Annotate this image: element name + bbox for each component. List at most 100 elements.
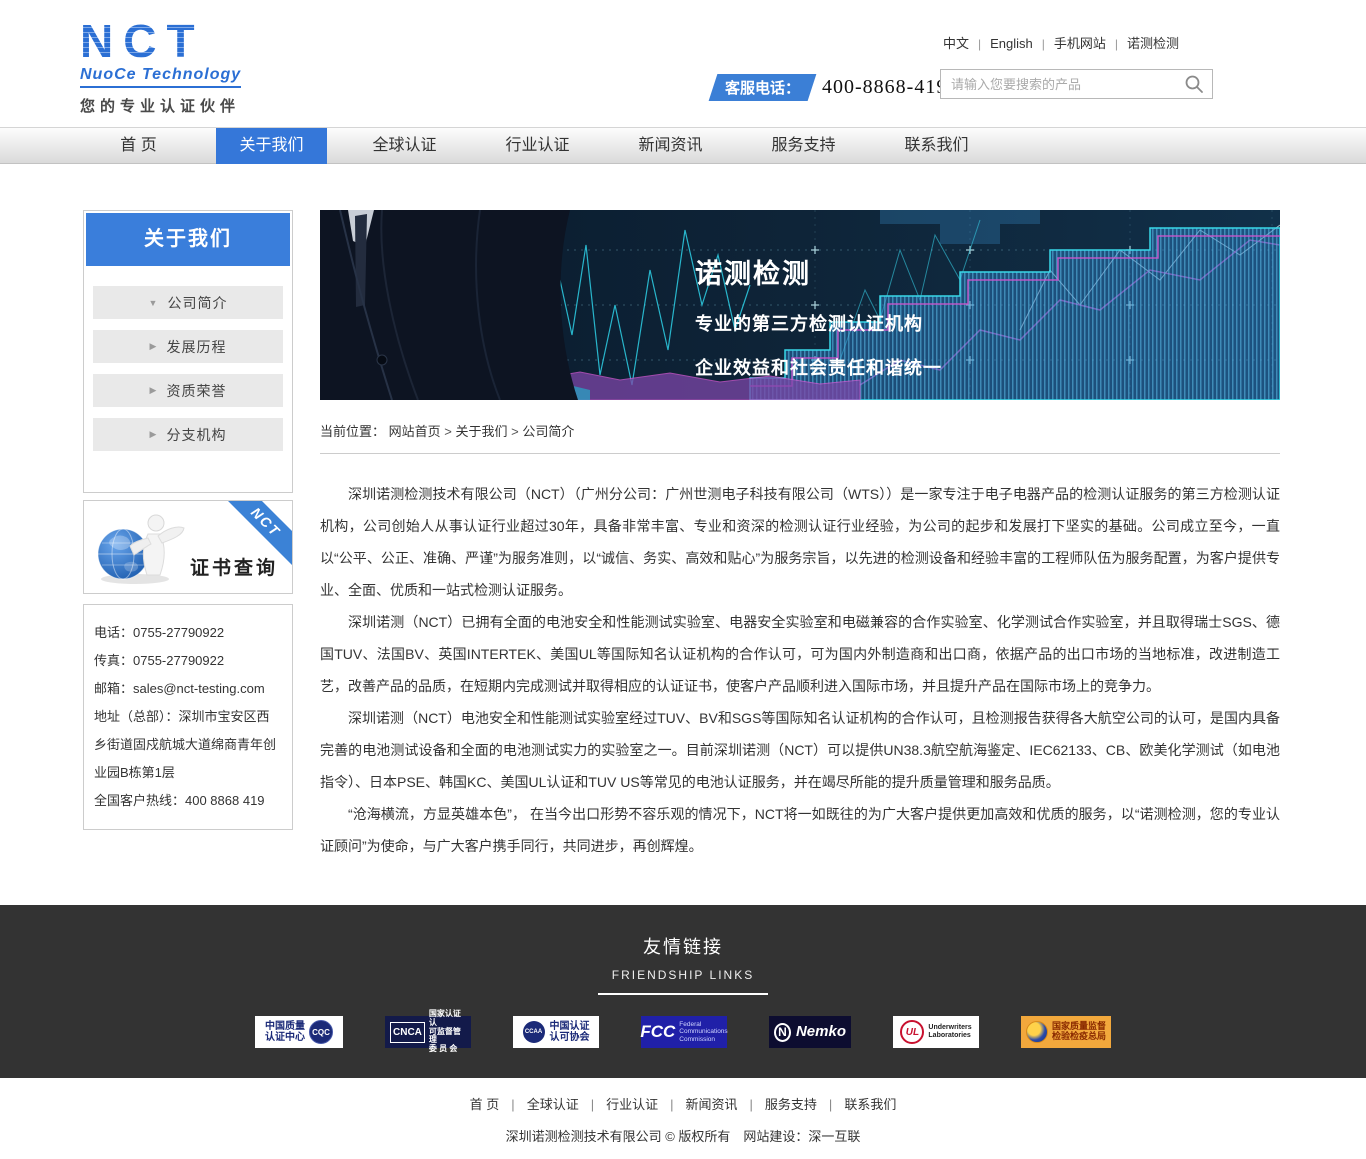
chevron-right-icon: ▶ <box>150 341 157 352</box>
partner-logo-aqsiq[interactable]: 国家质量监督检验检疫总局 <box>1021 1016 1111 1048</box>
service-phone-label: 客服电话： <box>725 77 800 98</box>
page-footer: 首 页|全球认证|行业认证|新闻资讯|服务支持|联系我们 深圳诺测检测技术有限公… <box>0 1078 1366 1159</box>
separator: | <box>1033 37 1054 51</box>
breadcrumb-prefix: 当前位置： <box>320 424 389 439</box>
nemko-logo-text: Nemko <box>796 1024 846 1041</box>
logo-text-line: 可监督管理 <box>429 1028 466 1046</box>
aqsiq-logo-text: 国家质量监督检验检疫总局 <box>1052 1022 1106 1042</box>
friendship-divider <box>598 993 768 995</box>
footer-link-1[interactable]: 全球认证 <box>527 1097 579 1112</box>
logo-text-line: 中国认证 <box>550 1021 590 1032</box>
chevron-right-icon: ▶ <box>150 385 157 396</box>
article-body: 深圳诺测检测技术有限公司（NCT）（广州分公司：广州世测电子科技有限公司（WTS… <box>320 454 1280 892</box>
sidebar-menu: ▼ 公司简介 ▶ 发展历程 ▶ 资质荣誉 ▶ 分支机构 <box>86 266 290 492</box>
page-header: NCT NuoCe Technology 您的专业认证伙伴 中文|English… <box>0 0 1366 127</box>
nav-item-5[interactable]: 服务支持 <box>748 128 859 164</box>
sidebar-item-0[interactable]: ▼ 公司简介 <box>93 286 283 319</box>
sidebar-item-label: 公司简介 <box>167 293 227 313</box>
cqc-logo-mark: CQC <box>309 1020 333 1044</box>
sidebar-item-label: 发展历程 <box>166 337 226 357</box>
about-menu-box: 关于我们 ▼ 公司简介 ▶ 发展历程 ▶ 资质荣誉 ▶ 分支机构 <box>83 210 293 493</box>
search-icon <box>1184 74 1204 94</box>
service-phone-number: 400-8868-419 <box>822 76 947 99</box>
main-nav-bar: 首 页关于我们全球认证行业认证新闻资讯服务支持联系我们 <box>0 127 1366 164</box>
sidebar-item-3[interactable]: ▶ 分支机构 <box>93 418 283 451</box>
footer-link-0[interactable]: 首 页 <box>470 1097 500 1112</box>
separator: | <box>817 1097 844 1112</box>
nav-item-2[interactable]: 全球认证 <box>349 128 460 164</box>
logo-text-line: Commission <box>679 1036 727 1043</box>
footer-link-5[interactable]: 联系我们 <box>844 1097 896 1112</box>
separator: | <box>1106 37 1127 51</box>
content-column: 诺测检测 专业的第三方检测认证机构 企业效益和社会责任和谐统一 当前位置： 网站… <box>320 210 1280 892</box>
partner-logo-ul[interactable]: ULUnderwritersLaboratories <box>893 1016 979 1048</box>
banner-subtitle-1: 专业的第三方检测认证机构 <box>695 310 942 336</box>
globe-figure-illustration <box>90 507 200 587</box>
top-link-2[interactable]: 手机网站 <box>1054 36 1106 51</box>
nav-item-6[interactable]: 联系我们 <box>881 128 992 164</box>
breadcrumb-item-1[interactable]: 关于我们 <box>455 424 507 439</box>
nct-ribbon-text: NCT <box>248 504 284 540</box>
sidebar-item-label: 资质荣誉 <box>166 381 226 401</box>
sidebar-item-2[interactable]: ▶ 资质荣誉 <box>93 374 283 407</box>
breadcrumb-item-0[interactable]: 网站首页 <box>389 424 441 439</box>
top-link-0[interactable]: 中文 <box>943 36 969 51</box>
friendship-logos: CQC中国质量认证中心CNCA国家认证认可监督管理委 员 会CCAA中国认证认可… <box>0 1016 1366 1048</box>
paragraph-1: 深圳诺测（NCT）已拥有全面的电池安全和性能测试实验室、电器安全实验室和电磁兼容… <box>320 606 1280 702</box>
cqc-logo-text: 中国质量认证中心 <box>265 1021 305 1043</box>
nav-item-3[interactable]: 行业认证 <box>482 128 593 164</box>
separator: | <box>658 1097 685 1112</box>
logo-text-line: Communications <box>679 1028 727 1035</box>
certificate-query-label: 证书查询 <box>190 553 278 580</box>
logo-text-line: Underwriters <box>928 1024 971 1032</box>
nav-item-1[interactable]: 关于我们 <box>216 128 327 164</box>
contact-line-0: 电话：0755-27790922 <box>94 619 282 647</box>
footer-link-3[interactable]: 新闻资讯 <box>686 1097 738 1112</box>
footer-links: 首 页|全球认证|行业认证|新闻资讯|服务支持|联系我们 <box>0 1094 1366 1113</box>
logo-tagline: 您的专业认证伙伴 <box>80 95 310 116</box>
contact-line-4: 全国客户热线：400 8868 419 <box>94 787 282 815</box>
breadcrumb-item-2: 公司简介 <box>522 424 574 439</box>
main-content: 关于我们 ▼ 公司简介 ▶ 发展历程 ▶ 资质荣誉 ▶ 分支机构 <box>83 210 1283 905</box>
top-link-1[interactable]: English <box>990 36 1033 51</box>
contact-line-1: 传真：0755-27790922 <box>94 647 282 675</box>
site-logo[interactable]: NCT NuoCe Technology 您的专业认证伙伴 <box>80 18 310 116</box>
chevron-right-icon: ▶ <box>150 429 157 440</box>
nav-item-0[interactable]: 首 页 <box>83 128 194 164</box>
paragraph-3: “沧海横流，方显英雄本色”， 在当今出口形势不容乐观的情况下，NCT将一如既往的… <box>320 798 1280 862</box>
sidebar-item-1[interactable]: ▶ 发展历程 <box>93 330 283 363</box>
top-link-3[interactable]: 诺测检测 <box>1127 36 1179 51</box>
friendship-subtitle: FRIENDSHIP LINKS <box>0 968 1366 982</box>
service-phone-badge: 客服电话： <box>709 74 817 101</box>
partner-logo-ccaa[interactable]: CCAA中国认证认可协会 <box>513 1016 599 1048</box>
nav-item-4[interactable]: 新闻资讯 <box>615 128 726 164</box>
separator: | <box>969 37 990 51</box>
partner-logo-cnca[interactable]: CNCA国家认证认可监督管理委 员 会 <box>385 1016 471 1048</box>
partner-logo-nemko[interactable]: NNemko <box>769 1016 851 1048</box>
partner-logo-cqc[interactable]: CQC中国质量认证中心 <box>255 1016 343 1048</box>
banner-title: 诺测检测 <box>695 252 942 291</box>
ccaa-logo-mark: CCAA <box>523 1021 545 1043</box>
search-button[interactable] <box>1176 70 1212 98</box>
logo-text-line: 认证中心 <box>265 1032 305 1043</box>
breadcrumb-separator: > <box>441 424 456 439</box>
logo-text-line: Nemko <box>796 1024 846 1041</box>
footer-link-2[interactable]: 行业认证 <box>606 1097 658 1112</box>
logo-text-line: 委 员 会 <box>429 1045 466 1054</box>
ul-logo-mark: UL <box>900 1020 924 1044</box>
footer-link-4[interactable]: 服务支持 <box>765 1097 817 1112</box>
logo-text-line: Federal <box>679 1021 727 1028</box>
search-input[interactable] <box>941 77 1176 92</box>
contact-box: 电话：0755-27790922传真：0755-27790922邮箱：sales… <box>83 604 293 830</box>
partner-logo-fcc[interactable]: FCCFederalCommunicationsCommission <box>641 1016 727 1048</box>
cnca-logo-text: 国家认证认可监督管理委 员 会 <box>429 1010 466 1054</box>
service-phone-row: 客服电话： 400-8868-419 <box>713 74 947 101</box>
logo-text-line: 检验检疫总局 <box>1052 1032 1106 1042</box>
breadcrumb-separator: > <box>507 424 522 439</box>
sidebar-title: 关于我们 <box>86 213 290 266</box>
friendship-section: 友情链接 FRIENDSHIP LINKS CQC中国质量认证中心CNCA国家认… <box>0 905 1366 1078</box>
certificate-query-banner[interactable]: 证书查询 NCT <box>83 500 293 594</box>
chevron-down-icon: ▼ <box>149 298 158 308</box>
separator: | <box>499 1097 526 1112</box>
sidebar-item-label: 分支机构 <box>166 425 226 445</box>
